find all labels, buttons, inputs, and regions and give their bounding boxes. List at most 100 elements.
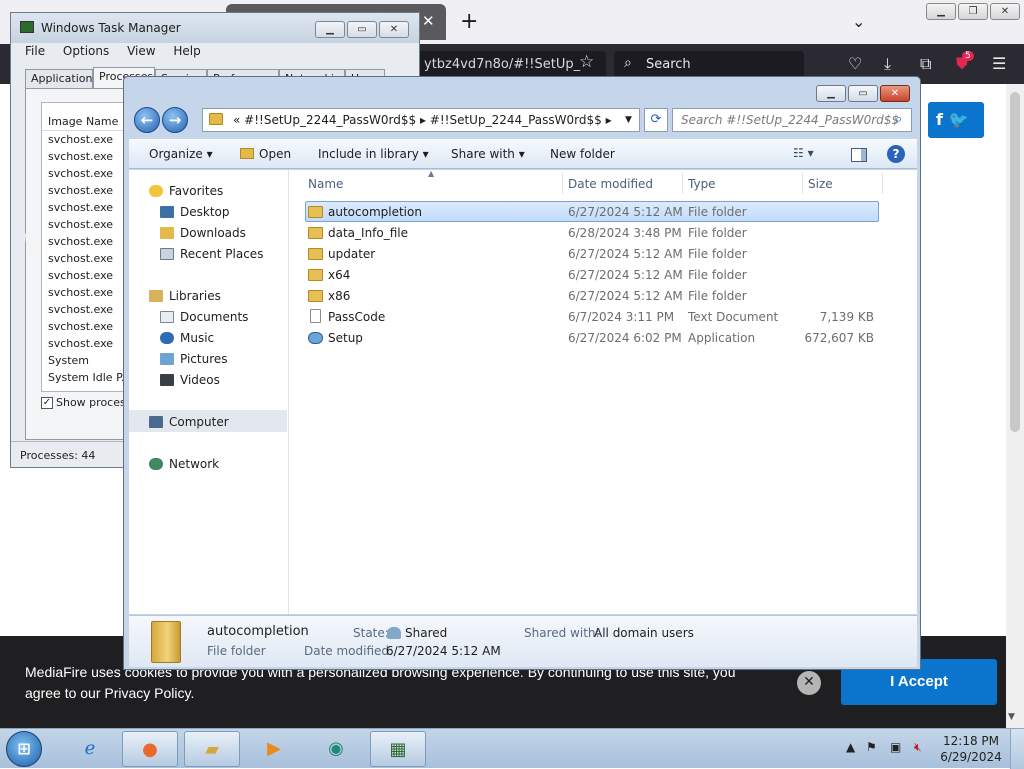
nav-recent-places[interactable]: Recent Places xyxy=(160,247,263,261)
process-row[interactable]: svchost.exe xyxy=(48,133,113,146)
url-bar[interactable]: ytbz4vd7n8o/#!!SetUp_ xyxy=(400,51,606,79)
preview-pane-icon[interactable] xyxy=(851,148,867,162)
column-type[interactable]: Type xyxy=(688,177,716,191)
search-icon[interactable]: ⌕ xyxy=(895,109,902,131)
process-row[interactable]: svchost.exe xyxy=(48,235,113,248)
column-divider[interactable] xyxy=(562,172,563,194)
extensions-icon[interactable]: ⧉ xyxy=(920,54,931,74)
include-in-library-button[interactable]: Include in library ▾ xyxy=(318,147,429,161)
app-icon[interactable]: ◉ xyxy=(308,731,364,767)
file-name[interactable]: updater xyxy=(328,247,375,261)
chevron-down-icon[interactable]: ⌄ xyxy=(852,12,865,31)
process-row[interactable]: svchost.exe xyxy=(48,269,113,282)
refresh-button[interactable]: ⟳ xyxy=(644,108,668,132)
file-name[interactable]: Setup xyxy=(328,331,363,345)
browser-minimize-button[interactable]: ▁ xyxy=(926,3,956,20)
explorer-close-button[interactable]: ✕ xyxy=(880,85,910,102)
file-name[interactable]: x86 xyxy=(328,289,350,303)
process-row[interactable]: svchost.exe xyxy=(48,252,113,265)
nav-pictures[interactable]: Pictures xyxy=(160,352,228,366)
menu-icon[interactable]: ☰ xyxy=(992,54,1006,73)
task-manager-minimize-button[interactable]: ▁ xyxy=(315,21,345,38)
social-share-bar[interactable]: f 🐦 xyxy=(928,102,984,138)
network-tray-icon[interactable]: ▣ xyxy=(890,740,901,754)
nav-favorites[interactable]: Favorites xyxy=(149,184,223,198)
browser-search-box[interactable]: Search xyxy=(614,51,804,79)
process-row[interactable]: System Idle P... xyxy=(48,371,131,384)
menu-help[interactable]: Help xyxy=(173,44,200,58)
show-hidden-icons-icon[interactable]: ▲ xyxy=(846,740,855,754)
column-size[interactable]: Size xyxy=(808,177,833,191)
menu-view[interactable]: View xyxy=(127,44,155,58)
cookie-close-button[interactable]: ✕ xyxy=(797,671,821,695)
download-icon[interactable]: ⤓ xyxy=(884,54,891,74)
nav-videos[interactable]: Videos xyxy=(160,373,220,387)
tab-applications[interactable]: Applications xyxy=(25,69,93,89)
change-view-button[interactable]: ☷ ▾ xyxy=(793,146,814,160)
process-row[interactable]: svchost.exe xyxy=(48,218,113,231)
show-desktop-button[interactable] xyxy=(1010,729,1024,769)
address-bar[interactable]: « #!!SetUp_2244_PassW0rd$$ ▸ #!!SetUp_22… xyxy=(202,108,640,132)
process-row[interactable]: svchost.exe xyxy=(48,150,113,163)
organize-button[interactable]: Organize ▾ xyxy=(149,147,213,161)
process-row[interactable]: svchost.exe xyxy=(48,303,113,316)
breadcrumb[interactable]: « #!!SetUp_2244_PassW0rd$$ ▸ #!!SetUp_22… xyxy=(233,113,612,127)
file-name[interactable]: PassCode xyxy=(328,310,385,324)
process-row[interactable]: svchost.exe xyxy=(48,167,113,180)
process-row[interactable]: svchost.exe xyxy=(48,201,113,214)
firefox-icon[interactable]: ● xyxy=(122,731,178,767)
column-name[interactable]: Name xyxy=(308,177,343,191)
nav-music[interactable]: Music xyxy=(160,331,214,345)
start-button[interactable]: ⊞ xyxy=(6,731,42,767)
explorer-minimize-button[interactable]: ▁ xyxy=(816,85,846,102)
bookmark-star-icon[interactable]: ☆ xyxy=(579,52,594,72)
nav-libraries[interactable]: Libraries xyxy=(149,289,221,303)
close-tab-icon[interactable]: ✕ xyxy=(422,12,435,30)
menu-options[interactable]: Options xyxy=(63,44,109,58)
file-name[interactable]: data_Info_file xyxy=(328,226,408,240)
task-manager-maximize-button[interactable]: ▭ xyxy=(347,21,377,38)
process-row[interactable]: svchost.exe xyxy=(48,337,113,350)
task-manager-taskbar-icon[interactable]: ▦ xyxy=(370,731,426,767)
nav-computer[interactable]: Computer xyxy=(149,415,229,429)
column-divider[interactable] xyxy=(682,172,683,194)
new-tab-button[interactable]: + xyxy=(460,9,478,34)
page-scrollbar-thumb[interactable] xyxy=(1010,92,1020,432)
show-all-processes-checkbox[interactable]: ✓ Show process xyxy=(41,396,131,409)
address-dropdown-icon[interactable]: ▼ xyxy=(625,109,632,131)
action-center-flag-icon[interactable]: ⚑ xyxy=(866,740,877,754)
file-name[interactable]: x64 xyxy=(328,268,350,282)
browser-restore-button[interactable]: ❐ xyxy=(958,3,988,20)
menu-file[interactable]: File xyxy=(25,44,45,58)
scroll-down-arrow-icon[interactable]: ▼ xyxy=(1008,712,1015,722)
checkbox-checked-icon[interactable]: ✓ xyxy=(41,397,53,409)
process-row[interactable]: svchost.exe xyxy=(48,184,113,197)
internet-explorer-icon[interactable]: ℯ xyxy=(62,731,118,767)
nav-documents[interactable]: Documents xyxy=(160,310,248,324)
open-button[interactable]: Open xyxy=(240,147,291,161)
column-date-modified[interactable]: Date modified xyxy=(568,177,653,191)
file-explorer-icon[interactable]: ▰ xyxy=(184,731,240,767)
nav-desktop[interactable]: Desktop xyxy=(160,205,230,219)
process-row[interactable]: svchost.exe xyxy=(48,320,113,333)
file-name[interactable]: autocompletion xyxy=(328,205,422,219)
nav-network[interactable]: Network xyxy=(149,457,219,471)
help-icon[interactable]: ? xyxy=(887,145,905,163)
column-divider[interactable] xyxy=(882,172,883,194)
system-clock[interactable]: 12:18 PM 6/29/2024 xyxy=(940,733,1002,765)
process-list[interactable]: Image Name svchost.exe svchost.exe svcho… xyxy=(41,102,131,392)
nav-downloads[interactable]: Downloads xyxy=(160,226,246,240)
explorer-maximize-button[interactable]: ▭ xyxy=(848,85,878,102)
media-player-icon[interactable]: ▶ xyxy=(246,731,302,767)
column-image-name[interactable]: Image Name xyxy=(42,107,124,131)
folder-search-input[interactable]: Search #!!SetUp_2244_PassW0rd$$ ⌕ xyxy=(672,108,912,132)
share-with-button[interactable]: Share with ▾ xyxy=(451,147,525,161)
task-manager-titlebar[interactable]: Windows Task Manager ▁ ▭ ✕ xyxy=(11,13,419,43)
volume-muted-icon[interactable]: 🔇︎ xyxy=(914,740,922,755)
new-folder-button[interactable]: New folder xyxy=(550,147,615,161)
back-button[interactable]: ← xyxy=(134,107,160,133)
process-row[interactable]: System xyxy=(48,354,89,367)
forward-button[interactable]: → xyxy=(162,107,188,133)
column-divider[interactable] xyxy=(802,172,803,194)
pocket-icon[interactable]: ♡ xyxy=(848,54,862,73)
